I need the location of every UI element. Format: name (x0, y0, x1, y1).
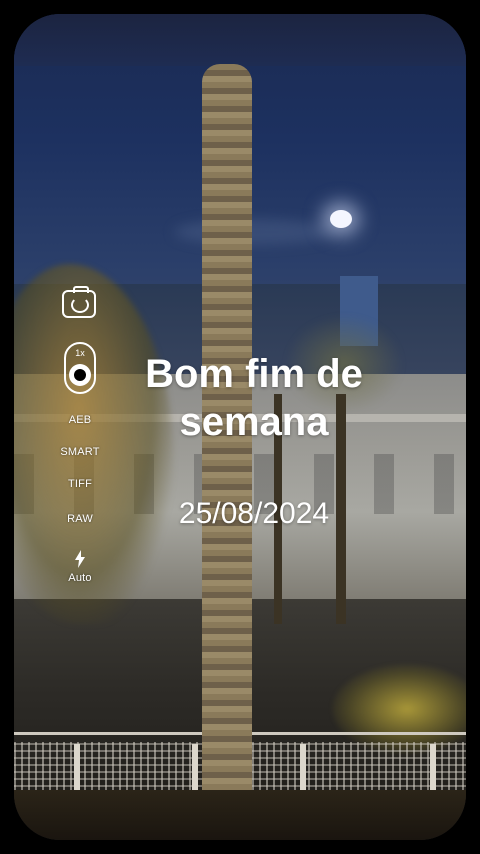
lens-zoom-selector[interactable]: 1x (64, 342, 96, 394)
zoom-label: 1x (75, 348, 85, 358)
aeb-option[interactable]: AEB (50, 414, 110, 426)
camera-switch-icon[interactable] (62, 286, 96, 318)
date-text: 25/08/2024 (178, 497, 330, 530)
tiff-option[interactable]: TIFF (50, 478, 110, 490)
top-blur-band (14, 14, 466, 66)
flash-mode-label[interactable]: Auto (50, 572, 110, 584)
flash-icon[interactable] (73, 550, 87, 570)
smart-option[interactable]: SMART (50, 446, 110, 458)
greeting-headline: Bom fim de semana (145, 352, 363, 444)
cloud (174, 219, 334, 245)
bottom-blur-band (14, 790, 466, 840)
lens-icon (69, 364, 91, 386)
moon (330, 210, 352, 228)
raw-option[interactable]: RAW (50, 513, 110, 525)
viewfinder-frame: 1x AEB SMART TIFF RAW Auto Bom fim de se… (14, 14, 466, 840)
